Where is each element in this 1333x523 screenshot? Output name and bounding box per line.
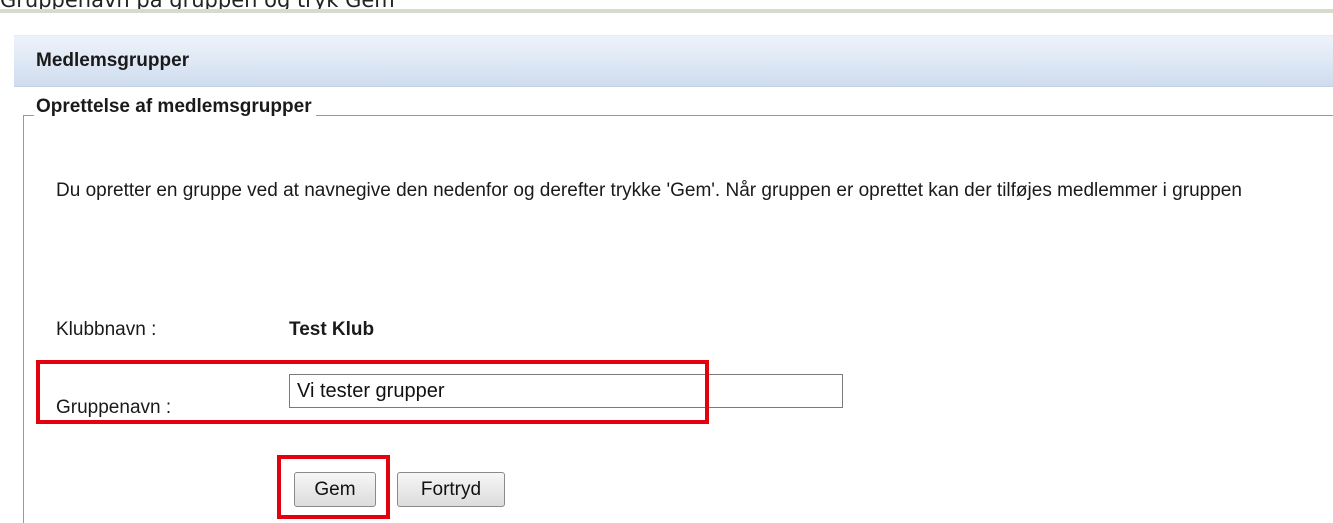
- fieldset-legend: Oprettelse af medlemsgrupper: [34, 96, 316, 118]
- top-divider: [0, 9, 1333, 13]
- club-name-value: Test Klub: [289, 319, 375, 340]
- cancel-button[interactable]: Fortryd: [397, 472, 505, 507]
- club-name-label: Klubbnavn :: [56, 319, 157, 340]
- panel-title: Medlemsgrupper: [36, 50, 190, 71]
- fieldset-frame: [23, 115, 1333, 523]
- page: Gruppenavn på gruppen og tryk Gem Medlem…: [0, 0, 1333, 523]
- panel-header: Medlemsgrupper: [14, 35, 1333, 87]
- form-description: Du opretter en gruppe ved at navnegive d…: [56, 180, 1242, 201]
- save-button[interactable]: Gem: [294, 472, 376, 507]
- group-name-input[interactable]: [289, 374, 843, 408]
- group-name-label: Gruppenavn :: [56, 397, 172, 418]
